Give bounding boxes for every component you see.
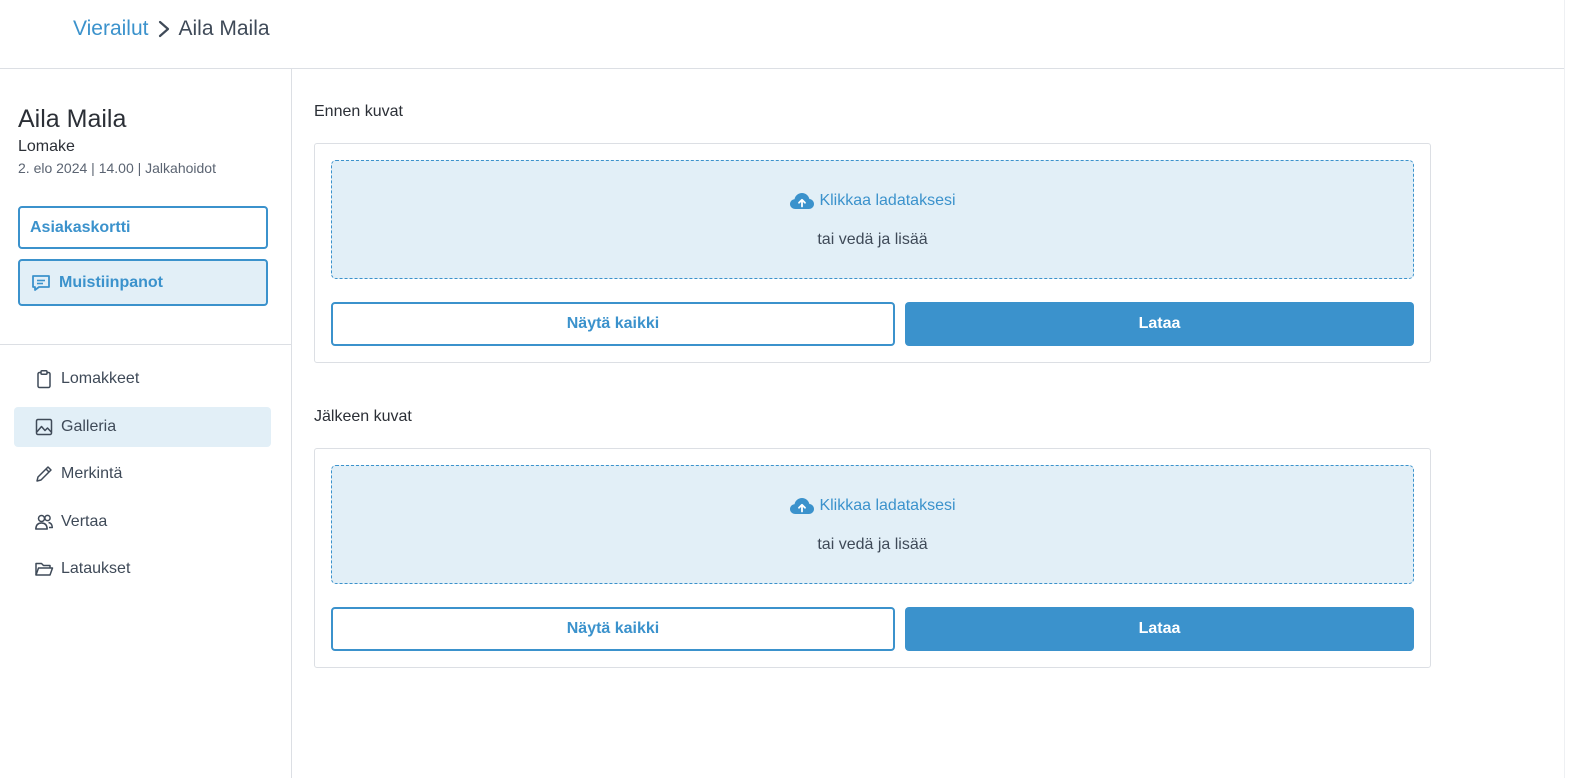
breadcrumb-current: Aila Maila: [178, 17, 270, 40]
dropzone-drag-text: tai vedä ja lisää: [817, 231, 928, 248]
sidebar-divider: [0, 344, 291, 345]
main-content: Ennen kuvat Klikkaa ladataksesi tai vedä…: [292, 69, 1564, 778]
message-icon: [30, 272, 52, 294]
top-bar: Vierailut Aila Maila: [0, 0, 1586, 69]
sidebar-item-label: Vertaa: [61, 512, 108, 530]
dropzone-after[interactable]: Klikkaa ladataksesi tai vedä ja lisää: [331, 465, 1414, 584]
show-all-button[interactable]: Näytä kaikki: [331, 607, 895, 651]
notes-label: Muistiinpanot: [59, 273, 163, 291]
clipboard-icon: [34, 369, 54, 389]
customer-card-button[interactable]: Asiakaskortti: [18, 206, 268, 249]
show-all-button[interactable]: Näytä kaikki: [331, 302, 895, 346]
sidebar-item-label: Merkintä: [61, 465, 123, 482]
sidebar: Aila Maila Lomake 2. elo 2024 | 14.00 | …: [0, 69, 292, 778]
scrollbar[interactable]: [1564, 0, 1586, 778]
customer-card-label: Asiakaskortti: [30, 218, 131, 236]
upload-panel-before: Klikkaa ladataksesi tai vedä ja lisää Nä…: [314, 143, 1431, 363]
sidebar-item-forms[interactable]: Lomakkeet: [14, 359, 271, 399]
breadcrumb-link-visits[interactable]: Vierailut: [73, 17, 149, 41]
sidebar-item-gallery[interactable]: Galleria: [14, 406, 271, 447]
notes-button[interactable]: Muistiinpanot: [18, 259, 268, 306]
visit-meta: 2. elo 2024 | 14.00 | Jalkahoidot: [18, 160, 216, 176]
upload-button[interactable]: Lataa: [905, 302, 1414, 346]
sidebar-item-downloads[interactable]: Lataukset: [14, 549, 271, 589]
pencil-icon: [34, 464, 54, 484]
users-icon: [34, 512, 54, 532]
section-title-after: Jälkeen kuvat: [314, 408, 412, 425]
breadcrumb: Vierailut Aila Maila: [73, 17, 270, 41]
sidebar-item-marking[interactable]: Merkintä: [14, 454, 271, 494]
sidebar-item-compare[interactable]: Vertaa: [14, 502, 271, 542]
dropzone-drag-text: tai vedä ja lisää: [817, 536, 928, 553]
chevron-right-icon: [153, 18, 175, 40]
dropzone-click-text: Klikkaa ladataksesi: [819, 497, 956, 514]
dropzone-click-text: Klikkaa ladataksesi: [819, 192, 956, 209]
image-icon: [34, 417, 54, 437]
form-label: Lomake: [18, 138, 75, 155]
section-title-before: Ennen kuvat: [314, 103, 403, 120]
upload-button[interactable]: Lataa: [905, 607, 1414, 651]
upload-panel-after: Klikkaa ladataksesi tai vedä ja lisää Nä…: [314, 448, 1431, 668]
folder-icon: [34, 559, 54, 579]
sidebar-item-label: Lataukset: [61, 560, 131, 577]
sidebar-item-label: Galleria: [61, 417, 117, 435]
sidebar-nav: Lomakkeet Galleria Merkintä Vertaa Latau…: [14, 359, 271, 597]
sidebar-item-label: Lomakkeet: [61, 370, 140, 387]
cloud-upload-icon: [789, 191, 815, 211]
client-name: Aila Maila: [18, 105, 127, 133]
cloud-upload-icon: [789, 496, 815, 516]
dropzone-before[interactable]: Klikkaa ladataksesi tai vedä ja lisää: [331, 160, 1414, 279]
